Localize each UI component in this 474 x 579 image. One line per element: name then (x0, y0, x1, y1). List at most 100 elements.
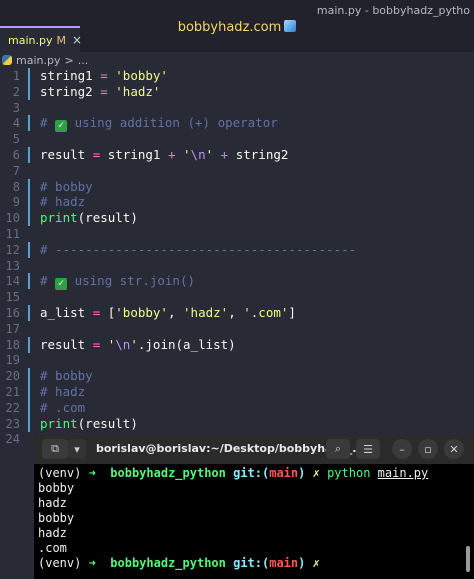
git-change-marker (28, 352, 30, 368)
git-change-marker (28, 68, 30, 84)
code-text: print(result) (40, 416, 138, 432)
code-line[interactable]: 11 (0, 226, 474, 242)
menu-icon[interactable]: ☰ (356, 439, 380, 459)
git-change-marker (28, 258, 30, 274)
code-text: result = '\n'.join(a_list) (40, 337, 236, 353)
line-number: 11 (5, 227, 20, 241)
git-change-marker (28, 194, 30, 211)
search-icon[interactable]: ⌕ (326, 439, 350, 459)
terminal-prompt-line: (venv) ➜ bobbyhadz_python git:(main) ✗ p… (38, 466, 429, 480)
code-text: # hadz (40, 194, 85, 210)
terminal-output-line: .com (38, 541, 67, 555)
code-token: # .com (40, 399, 86, 415)
line-number: 17 (5, 321, 20, 336)
breadcrumb-symbols[interactable]: ... (78, 54, 89, 67)
code-text: result = string1 + '\n' + string2 (40, 147, 288, 163)
git-change-marker (28, 384, 30, 400)
code-token: using str.join() (67, 273, 195, 289)
code-token: 'bobby' (107, 68, 168, 83)
breadcrumb-file[interactable]: main.py (16, 54, 60, 67)
code-line[interactable]: 13 (0, 258, 474, 274)
terminal-panel[interactable]: ⧉ ▾ borislav@borislav:~/Desktop/bobbyhad… (34, 434, 474, 579)
code-token: # --------------------------------------… (40, 241, 357, 257)
chevron-down-icon[interactable]: ▾ (68, 439, 86, 459)
line-number: 5 (12, 132, 20, 147)
code-line[interactable]: 20 # bobby (0, 368, 474, 385)
code-line[interactable]: 23 print(result) (0, 415, 474, 432)
git-change-marker (28, 415, 30, 432)
code-line[interactable]: 2 string2 = 'hadz' (0, 83, 474, 100)
code-text: # bobby (40, 368, 93, 384)
code-line[interactable]: 17 (0, 321, 474, 337)
line-number: 1 (12, 69, 20, 83)
git-change-marker (28, 368, 30, 385)
code-token: , (167, 305, 184, 320)
git-change-marker (28, 431, 30, 447)
line-number: 10 (5, 211, 20, 226)
code-line[interactable]: 6 result = string1 + '\n' + string2 (0, 147, 474, 163)
git-change-marker (28, 289, 30, 305)
code-line[interactable]: 1 string1 = 'bobby' (0, 68, 474, 84)
code-line[interactable]: 4 # ✓ using addition (+) operator (0, 115, 474, 133)
git-change-marker (28, 163, 30, 179)
code-line[interactable]: 19 (0, 352, 474, 368)
git-change-marker (28, 305, 30, 321)
terminal-scrollbar[interactable] (466, 546, 470, 572)
code-line[interactable]: 14 # ✓ using str.join() (0, 273, 474, 291)
code-line[interactable]: 3 (0, 100, 474, 116)
minimize-icon[interactable]: – (392, 439, 412, 459)
code-token: \n (190, 147, 206, 162)
code-line[interactable]: 21 # hadz (0, 384, 474, 400)
terminal-new-tab-icon[interactable]: ⧉ (42, 439, 68, 459)
line-number: 4 (12, 116, 20, 131)
code-line[interactable]: 15 (0, 289, 474, 305)
code-token: 'bobby' (115, 305, 168, 320)
code-token: result (40, 147, 93, 162)
code-line[interactable]: 12 # ------------------------------------… (0, 241, 474, 258)
maximize-icon[interactable]: ▫ (418, 439, 438, 459)
code-token: result (40, 336, 93, 352)
code-line[interactable]: 10 print(result) (0, 210, 474, 227)
line-number: 9 (12, 195, 20, 210)
code-line[interactable]: 9 # hadz (0, 194, 474, 211)
code-text: a_list = ['bobby', 'hadz', '.com'] (40, 305, 296, 321)
code-token: [ (100, 305, 116, 320)
code-line[interactable]: 7 (0, 163, 474, 179)
code-text: # bobby (40, 179, 93, 195)
code-line[interactable]: 22 # .com (0, 399, 474, 416)
line-number: 7 (12, 163, 20, 178)
git-change-marker (28, 273, 30, 290)
code-line[interactable]: 5 (0, 131, 474, 147)
code-token: ' (205, 147, 221, 162)
terminal-prompt-line: (venv) ➜ bobbyhadz_python git:(main) ✗ (38, 556, 320, 570)
code-token: # (40, 273, 56, 289)
breadcrumb: main.py > ... (0, 52, 474, 68)
tab-main-py[interactable]: main.py M × (0, 26, 82, 52)
code-token: # bobby (40, 368, 93, 384)
code-token: ] (288, 305, 296, 320)
code-text: string2 = 'hadz' (40, 84, 160, 100)
code-token: 'hadz' (183, 305, 229, 320)
close-icon[interactable]: ✕ (444, 439, 464, 459)
code-token: .join(a_list) (137, 336, 236, 352)
code-token: print (40, 415, 78, 431)
close-icon[interactable]: × (72, 33, 82, 47)
line-number: 6 (12, 148, 20, 162)
terminal-output-line: hadz (38, 496, 67, 510)
code-token: ' (130, 336, 138, 352)
git-change-marker (28, 226, 30, 242)
line-number: 13 (5, 258, 20, 273)
code-token: ' (100, 336, 116, 352)
code-token: # hadz (40, 384, 86, 399)
git-change-marker (28, 131, 30, 147)
code-line[interactable]: 8 # bobby (0, 178, 474, 195)
code-token: string2 (40, 83, 101, 99)
code-line[interactable]: 16 a_list = ['bobby', 'hadz', '.com'] (0, 305, 474, 321)
git-change-marker (28, 83, 30, 100)
code-token: \n (115, 336, 131, 352)
code-text: # hadz (40, 384, 85, 400)
code-line[interactable]: 18 result = '\n'.join(a_list) (0, 336, 474, 353)
terminal-output: (venv) ➜ bobbyhadz_python git:(main) ✗ p… (38, 466, 468, 571)
line-number: 19 (5, 353, 20, 368)
line-number: 23 (5, 416, 20, 431)
